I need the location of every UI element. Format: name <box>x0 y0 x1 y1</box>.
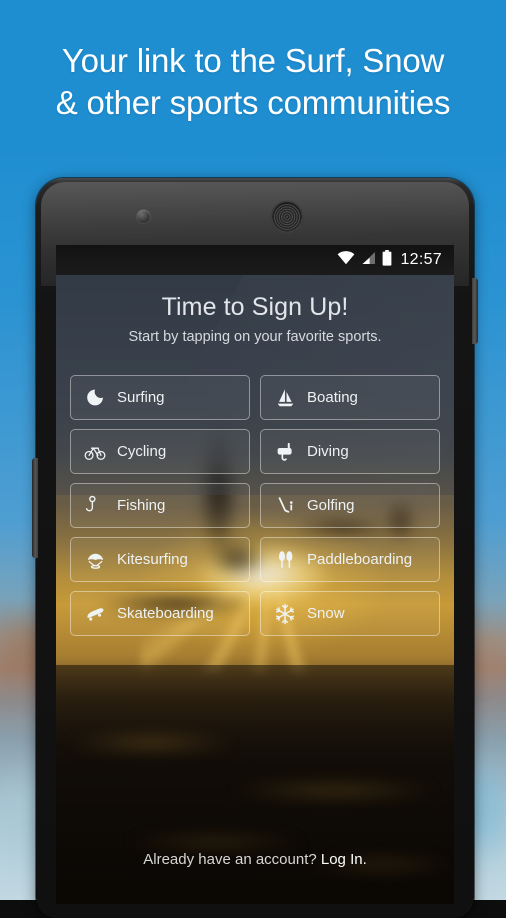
paddles-icon <box>274 549 296 571</box>
sport-chip-cycling[interactable]: Cycling <box>70 429 250 474</box>
snowflake-icon <box>274 603 296 625</box>
marketing-headline: Your link to the Surf, Snow & other spor… <box>0 40 506 124</box>
sport-chip-label: Snow <box>307 605 345 622</box>
power-button[interactable] <box>472 278 478 344</box>
sports-grid: Surfing Boating <box>70 375 440 636</box>
sport-chip-surfing[interactable]: Surfing <box>70 375 250 420</box>
signup-screen: Time to Sign Up! Start by tapping on you… <box>56 275 454 904</box>
bicycle-icon <box>84 441 106 463</box>
volume-button[interactable] <box>32 458 38 558</box>
wifi-icon <box>337 251 355 270</box>
cell-signal-icon <box>361 251 376 270</box>
golf-club-icon <box>274 495 296 517</box>
app-viewport: Time to Sign Up! Start by tapping on you… <box>56 275 454 904</box>
status-bar: 12:57 <box>56 245 454 275</box>
kite-icon <box>84 549 106 571</box>
login-link[interactable]: Log In. <box>321 851 367 868</box>
sport-chip-golfing[interactable]: Golfing <box>260 483 440 528</box>
sport-chip-label: Kitesurfing <box>117 551 188 568</box>
fish-hook-icon <box>84 495 106 517</box>
speaker-grille-icon <box>272 202 302 232</box>
page-title: Time to Sign Up! <box>56 293 454 322</box>
sport-chip-skateboarding[interactable]: Skateboarding <box>70 591 250 636</box>
sport-chip-snow[interactable]: Snow <box>260 591 440 636</box>
sport-chip-diving[interactable]: Diving <box>260 429 440 474</box>
camera-icon <box>137 210 150 223</box>
sport-chip-label: Surfing <box>117 389 165 406</box>
sport-chip-fishing[interactable]: Fishing <box>70 483 250 528</box>
status-bar-clock: 12:57 <box>400 251 442 269</box>
headline-line-2: & other sports communities <box>0 82 506 124</box>
login-prompt-text: Already have an account? <box>143 851 316 868</box>
login-prompt-row: Already have an account? Log In. <box>56 851 454 868</box>
sport-chip-label: Skateboarding <box>117 605 214 622</box>
phone-screen: 12:57 Time to Sign Up! Start by tapping … <box>56 245 454 904</box>
sport-chip-paddleboarding[interactable]: Paddleboarding <box>260 537 440 582</box>
sport-chip-label: Cycling <box>117 443 166 460</box>
headline-line-1: Your link to the Surf, Snow <box>0 40 506 82</box>
sport-chip-kitesurfing[interactable]: Kitesurfing <box>70 537 250 582</box>
sport-chip-label: Diving <box>307 443 349 460</box>
sport-chip-label: Paddleboarding <box>307 551 412 568</box>
sport-chip-label: Boating <box>307 389 358 406</box>
snorkel-mask-icon <box>274 441 296 463</box>
wave-icon <box>84 387 106 409</box>
skateboard-icon <box>84 603 106 625</box>
sport-chip-boating[interactable]: Boating <box>260 375 440 420</box>
phone-device-mockup: 12:57 Time to Sign Up! Start by tapping … <box>36 178 474 918</box>
sport-chip-label: Golfing <box>307 497 355 514</box>
page-subtitle: Start by tapping on your favorite sports… <box>56 329 454 345</box>
battery-icon <box>382 250 392 271</box>
sport-chip-label: Fishing <box>117 497 165 514</box>
sailboat-icon <box>274 387 296 409</box>
